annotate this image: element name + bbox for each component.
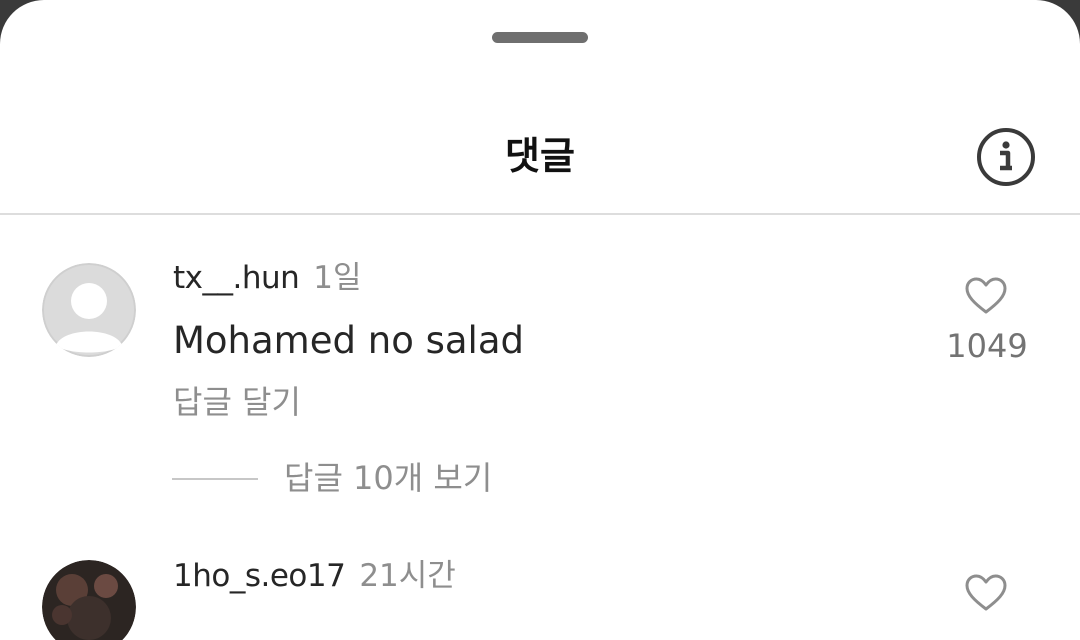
comment-meta: 1ho_s.eo17 21시간 xyxy=(173,556,456,601)
comment-username[interactable]: 1ho_s.eo17 xyxy=(173,558,346,594)
like-count: 1049 xyxy=(946,327,1028,365)
comment-username[interactable]: tx__.hun xyxy=(173,260,300,296)
reply-button[interactable]: 답글 달기 xyxy=(173,382,301,422)
heart-outline-icon xyxy=(965,574,1007,611)
info-button[interactable] xyxy=(976,127,1036,187)
user-photo-avatar xyxy=(42,560,136,640)
like-button[interactable] xyxy=(964,276,1008,316)
header-divider xyxy=(0,213,1080,215)
comment-time: 21시간 xyxy=(359,558,456,594)
comment-time: 1일 xyxy=(313,260,362,296)
like-button[interactable] xyxy=(964,573,1008,613)
replies-divider-line xyxy=(172,478,258,480)
comments-sheet: 댓글 tx__.hun 1일 Mohamed no salad 답글 달기 답글 … xyxy=(0,0,1080,640)
heart-outline-icon xyxy=(965,277,1007,314)
default-avatar-icon xyxy=(42,263,136,357)
comment-text: Mohamed no salad xyxy=(173,319,524,362)
comment-meta: tx__.hun 1일 xyxy=(173,258,362,303)
avatar[interactable] xyxy=(42,263,136,357)
view-replies-label: 답글 10개 보기 xyxy=(284,459,493,497)
sheet-title: 댓글 xyxy=(505,134,575,178)
drag-handle[interactable] xyxy=(492,32,588,43)
info-circle-icon xyxy=(977,128,1035,186)
avatar[interactable] xyxy=(42,560,136,640)
